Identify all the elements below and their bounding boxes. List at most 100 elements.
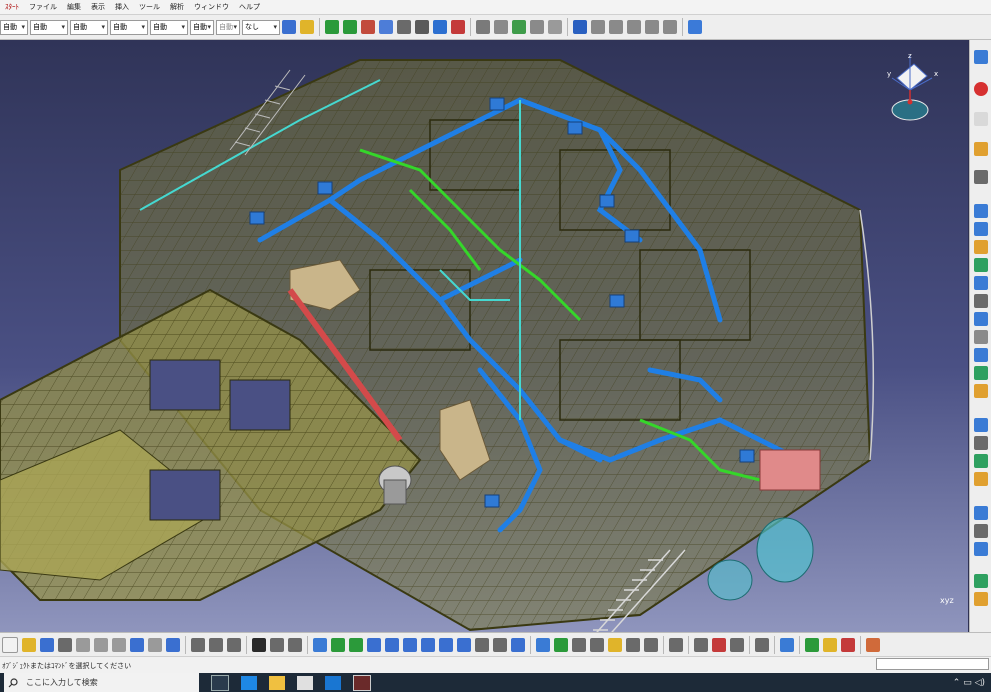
refresh-icon[interactable] xyxy=(755,638,769,652)
part-design-icon[interactable] xyxy=(554,638,568,652)
save-icon[interactable] xyxy=(40,638,54,652)
paint-brush-icon[interactable] xyxy=(282,20,296,34)
menu-window[interactable]: ウィンドウ xyxy=(189,0,234,14)
weld-icon[interactable] xyxy=(608,638,622,652)
redo-icon[interactable] xyxy=(148,638,162,652)
menu-start[interactable]: ｽﾀｰﾄ xyxy=(0,0,24,14)
pan-icon[interactable] xyxy=(325,20,339,34)
equipment-icon[interactable] xyxy=(974,348,988,362)
rotate-part-icon[interactable] xyxy=(974,170,988,184)
fitting-icon[interactable] xyxy=(974,276,988,290)
analyze-icon[interactable] xyxy=(974,418,988,432)
formula-icon[interactable] xyxy=(191,638,205,652)
pipe-route-icon[interactable] xyxy=(974,204,988,218)
light-icon[interactable] xyxy=(974,472,988,486)
fly-mode-icon[interactable] xyxy=(313,638,327,652)
menu-edit[interactable]: 編集 xyxy=(62,0,86,14)
gear-icon[interactable] xyxy=(823,638,837,652)
zoom-in-icon[interactable] xyxy=(385,638,399,652)
point-type-select[interactable]: 自動 ▾ xyxy=(150,19,188,35)
file-explorer-icon[interactable] xyxy=(269,675,285,690)
lock-icon[interactable] xyxy=(730,638,744,652)
edge-browser-icon[interactable] xyxy=(241,675,257,690)
comment-icon[interactable] xyxy=(209,638,223,652)
report-icon[interactable] xyxy=(974,524,988,538)
table-grid-icon[interactable] xyxy=(866,638,880,652)
undo-icon[interactable] xyxy=(130,638,144,652)
connector-icon[interactable] xyxy=(974,312,988,326)
system-tray-icon[interactable]: ⌃ ▭ ◁) xyxy=(953,678,991,688)
tile-icon[interactable] xyxy=(694,638,708,652)
network-view-icon[interactable] xyxy=(805,638,819,652)
rotate-icon[interactable] xyxy=(343,20,357,34)
part-icon[interactable] xyxy=(591,20,605,34)
flag-icon[interactable] xyxy=(712,638,726,652)
sheet-icon[interactable] xyxy=(590,638,604,652)
print-icon[interactable] xyxy=(58,638,72,652)
support-icon[interactable] xyxy=(974,294,988,308)
iso-view-icon[interactable] xyxy=(457,638,471,652)
paint-icon[interactable] xyxy=(780,638,794,652)
select-arrow-icon[interactable] xyxy=(974,142,988,156)
compass-widget[interactable]: z x y xyxy=(882,50,942,130)
zoom-out-icon[interactable] xyxy=(403,638,417,652)
taskbar-search-box[interactable]: ここに入力して検索 xyxy=(4,673,199,692)
command-input[interactable] xyxy=(876,658,989,670)
color-select[interactable]: 自動 ▾ xyxy=(0,19,28,35)
tools-icon[interactable] xyxy=(841,638,855,652)
close-icon[interactable] xyxy=(974,82,988,96)
menu-analysis[interactable]: 解析 xyxy=(165,0,189,14)
shading-icon[interactable] xyxy=(475,638,489,652)
clipping-icon[interactable] xyxy=(530,20,544,34)
hide-icon[interactable] xyxy=(451,20,465,34)
drawing-icon[interactable] xyxy=(974,506,988,520)
tag-icon[interactable] xyxy=(974,574,988,588)
multi-view-icon[interactable] xyxy=(439,638,453,652)
cut-icon[interactable] xyxy=(76,638,90,652)
stack-icon[interactable] xyxy=(669,638,683,652)
menu-insert[interactable]: 挿入 xyxy=(110,0,134,14)
spec-icon[interactable] xyxy=(974,384,988,398)
product-icon[interactable] xyxy=(609,20,623,34)
hide-show-icon[interactable] xyxy=(493,638,507,652)
pipe-branch-icon[interactable] xyxy=(974,222,988,236)
pan-view-icon[interactable] xyxy=(349,638,363,652)
help-icon[interactable] xyxy=(166,638,180,652)
scene-icon[interactable] xyxy=(512,20,526,34)
catalog-icon[interactable] xyxy=(573,20,587,34)
sensor-icon[interactable] xyxy=(227,638,241,652)
catia-app-icon[interactable] xyxy=(353,674,371,691)
pdf-icon[interactable] xyxy=(974,112,988,126)
hvac-icon[interactable] xyxy=(626,638,640,652)
fly-icon[interactable] xyxy=(361,20,375,34)
swap-space-icon[interactable] xyxy=(511,638,525,652)
flange-icon[interactable] xyxy=(974,258,988,272)
mail-icon[interactable] xyxy=(325,675,341,690)
layer-icon[interactable] xyxy=(270,638,284,652)
fit-all-icon[interactable] xyxy=(974,454,988,468)
rotate-view-icon[interactable] xyxy=(367,638,381,652)
normal-view-icon[interactable] xyxy=(421,638,435,652)
constraint-icon[interactable] xyxy=(663,20,677,34)
swap-icon[interactable] xyxy=(433,20,447,34)
assembly-icon[interactable] xyxy=(645,20,659,34)
copy-icon[interactable] xyxy=(94,638,108,652)
pipe-icon[interactable] xyxy=(536,638,550,652)
network-icon[interactable] xyxy=(688,20,702,34)
table-icon[interactable] xyxy=(974,542,988,556)
menu-file[interactable]: ファイル xyxy=(24,0,62,14)
zoom-icon[interactable] xyxy=(379,20,393,34)
snapshot-icon[interactable] xyxy=(494,20,508,34)
painter-icon[interactable] xyxy=(300,20,314,34)
task-view-icon[interactable] xyxy=(211,674,229,691)
layer-select[interactable]: 自動 ▾ xyxy=(190,19,214,35)
assembly-design-icon[interactable] xyxy=(572,638,586,652)
paste-icon[interactable] xyxy=(112,638,126,652)
swap-visible-icon[interactable] xyxy=(288,638,302,652)
measure-icon[interactable] xyxy=(415,20,429,34)
sketch-icon[interactable] xyxy=(476,20,490,34)
store-icon[interactable] xyxy=(297,675,313,690)
new-file-icon[interactable] xyxy=(2,637,18,653)
fit-all-view-icon[interactable] xyxy=(331,638,345,652)
transparency-select[interactable]: 自動 ▾ xyxy=(30,19,68,35)
